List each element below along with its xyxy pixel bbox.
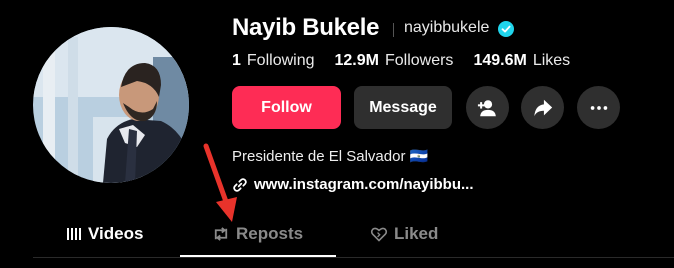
- profile-bio: Presidente de El Salvador 🇸🇻: [232, 148, 429, 165]
- more-options-button[interactable]: [577, 86, 620, 129]
- name-divider: [393, 23, 394, 37]
- stat-value: 1: [232, 52, 241, 69]
- tab-reposts[interactable]: Reposts: [212, 224, 303, 244]
- stat-value: 12.9M: [334, 52, 379, 69]
- stat-label: Likes: [532, 52, 571, 69]
- profile-link[interactable]: www.instagram.com/nayibbu...: [232, 176, 474, 193]
- share-button[interactable]: [521, 86, 564, 129]
- repost-icon: [214, 227, 228, 241]
- more-icon: [590, 105, 607, 110]
- tab-label: Liked: [394, 224, 439, 243]
- tab-liked[interactable]: Liked: [370, 224, 438, 244]
- display-name: Nayib Bukele: [232, 14, 380, 41]
- add-friend-button[interactable]: [466, 86, 509, 129]
- avatar-image: [33, 27, 189, 183]
- verified-badge-icon: [498, 21, 514, 37]
- add-friend-icon: [477, 99, 496, 116]
- follow-button[interactable]: Follow: [232, 86, 341, 129]
- stat-label: Followers: [384, 52, 454, 69]
- username: nayibbukele: [404, 19, 490, 36]
- stat-value: 149.6M: [473, 52, 527, 69]
- share-icon: [533, 99, 552, 116]
- profile-link-text: www.instagram.com/nayibbu...: [254, 176, 474, 193]
- profile-stats: 1 Following 12.9M Followers 149.6M Likes: [232, 52, 570, 70]
- tab-videos[interactable]: Videos: [66, 224, 143, 244]
- stat-followers[interactable]: 12.9M Followers: [335, 52, 454, 70]
- avatar[interactable]: [33, 27, 189, 183]
- active-tab-indicator: [180, 255, 336, 257]
- message-button[interactable]: Message: [354, 86, 452, 129]
- stat-likes: 149.6M Likes: [473, 52, 570, 70]
- annotation-arrow-icon: [203, 143, 237, 222]
- stat-label: Following: [246, 52, 315, 69]
- tabs-divider: [33, 257, 674, 258]
- tab-label: Videos: [88, 224, 144, 243]
- stat-following[interactable]: 1 Following: [232, 52, 315, 70]
- heart-icon: [370, 227, 388, 242]
- grid-icon: [67, 228, 81, 240]
- tab-label: Reposts: [236, 224, 304, 243]
